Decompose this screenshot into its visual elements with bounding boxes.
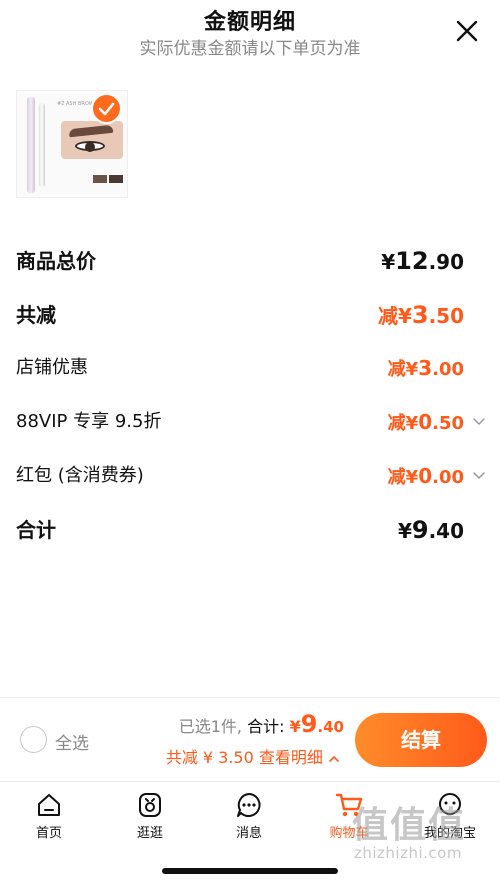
- chevron-up-icon: [329, 755, 339, 762]
- row-label: 商品总价: [16, 249, 96, 273]
- row-value: 减¥3.00: [387, 356, 464, 380]
- view-details-link[interactable]: 共减 ¥ 3.50 查看明细: [166, 744, 340, 768]
- checkout-bar: 全选 已选1件, 合计: ¥9.40 共减 ¥ 3.50 查看明细 结算: [0, 697, 500, 781]
- row-88vip-discount[interactable]: 88VIP 专享 9.5折 减¥0.50: [0, 402, 500, 442]
- message-icon: [237, 793, 261, 817]
- row-grand-total: 合计 ¥9.40: [0, 510, 500, 550]
- home-indicator: [162, 868, 338, 874]
- row-total-discount: 共减 减¥3.50: [0, 295, 500, 335]
- color-swatch: [93, 175, 107, 183]
- pencil-image: [27, 97, 35, 193]
- checkmark-icon: [98, 102, 115, 116]
- page-title: 金额明细: [203, 10, 296, 35]
- iris-image: [85, 142, 95, 152]
- selected-count: 已选1件,: [178, 717, 242, 736]
- chevron-down-icon[interactable]: [472, 469, 486, 483]
- chevron-down-icon[interactable]: [472, 415, 486, 429]
- tab-home[interactable]: 首页: [9, 790, 89, 841]
- checkout-button[interactable]: 结算: [355, 713, 487, 767]
- select-all-toggle[interactable]: 全选: [20, 726, 100, 754]
- row-value: 减¥3.50: [377, 301, 464, 329]
- select-all-radio[interactable]: [20, 726, 47, 753]
- discount-summary: 共减 ¥ 3.50: [165, 748, 254, 767]
- row-label: 店铺优惠: [16, 357, 88, 378]
- row-value: 减¥0.00: [387, 464, 464, 488]
- page-subtitle: 实际优惠金额请以下单页为准: [139, 39, 361, 59]
- row-goods-total: 商品总价 ¥12.90: [0, 241, 500, 281]
- row-label: 红包 (含消费券): [16, 465, 144, 486]
- row-label: 88VIP 专享 9.5折: [16, 411, 162, 432]
- home-icon: [38, 794, 60, 816]
- watermark-url: zhizhizhi.com: [354, 844, 462, 862]
- total-label: 合计:: [247, 717, 285, 736]
- row-value: 减¥0.50: [387, 410, 464, 434]
- view-details-label: 查看明细: [258, 748, 323, 767]
- tab-browse[interactable]: 逛逛: [110, 790, 190, 841]
- pencil-image: [39, 103, 45, 187]
- watermark-logo: 值值值: [352, 805, 467, 846]
- row-label: 合计: [16, 518, 56, 542]
- watermark: 值值值 zhizhizhi.com: [352, 796, 492, 866]
- select-all-label: 全选: [55, 734, 89, 754]
- row-shop-discount: 店铺优惠 减¥3.00: [0, 348, 500, 388]
- tab-label: 消息: [235, 826, 262, 841]
- color-swatch: [109, 175, 123, 183]
- header: 金额明细 实际优惠金额请以下单页为准: [0, 0, 500, 62]
- tab-label: 逛逛: [136, 826, 163, 841]
- row-value: ¥12.90: [381, 247, 464, 275]
- close-icon: [456, 20, 478, 42]
- row-value: ¥9.40: [397, 516, 464, 544]
- selection-summary: 已选1件, 合计: ¥9.40: [179, 710, 344, 738]
- tab-label: 首页: [35, 826, 62, 841]
- row-label: 共减: [16, 303, 56, 327]
- tab-messages[interactable]: 消息: [209, 790, 289, 841]
- row-red-packet[interactable]: 红包 (含消费券) 减¥0.00: [0, 456, 500, 496]
- total-amount: ¥9.40: [289, 710, 344, 738]
- browse-icon: [139, 793, 161, 817]
- close-button[interactable]: [454, 18, 480, 44]
- product-selected-checkbox[interactable]: [91, 93, 122, 124]
